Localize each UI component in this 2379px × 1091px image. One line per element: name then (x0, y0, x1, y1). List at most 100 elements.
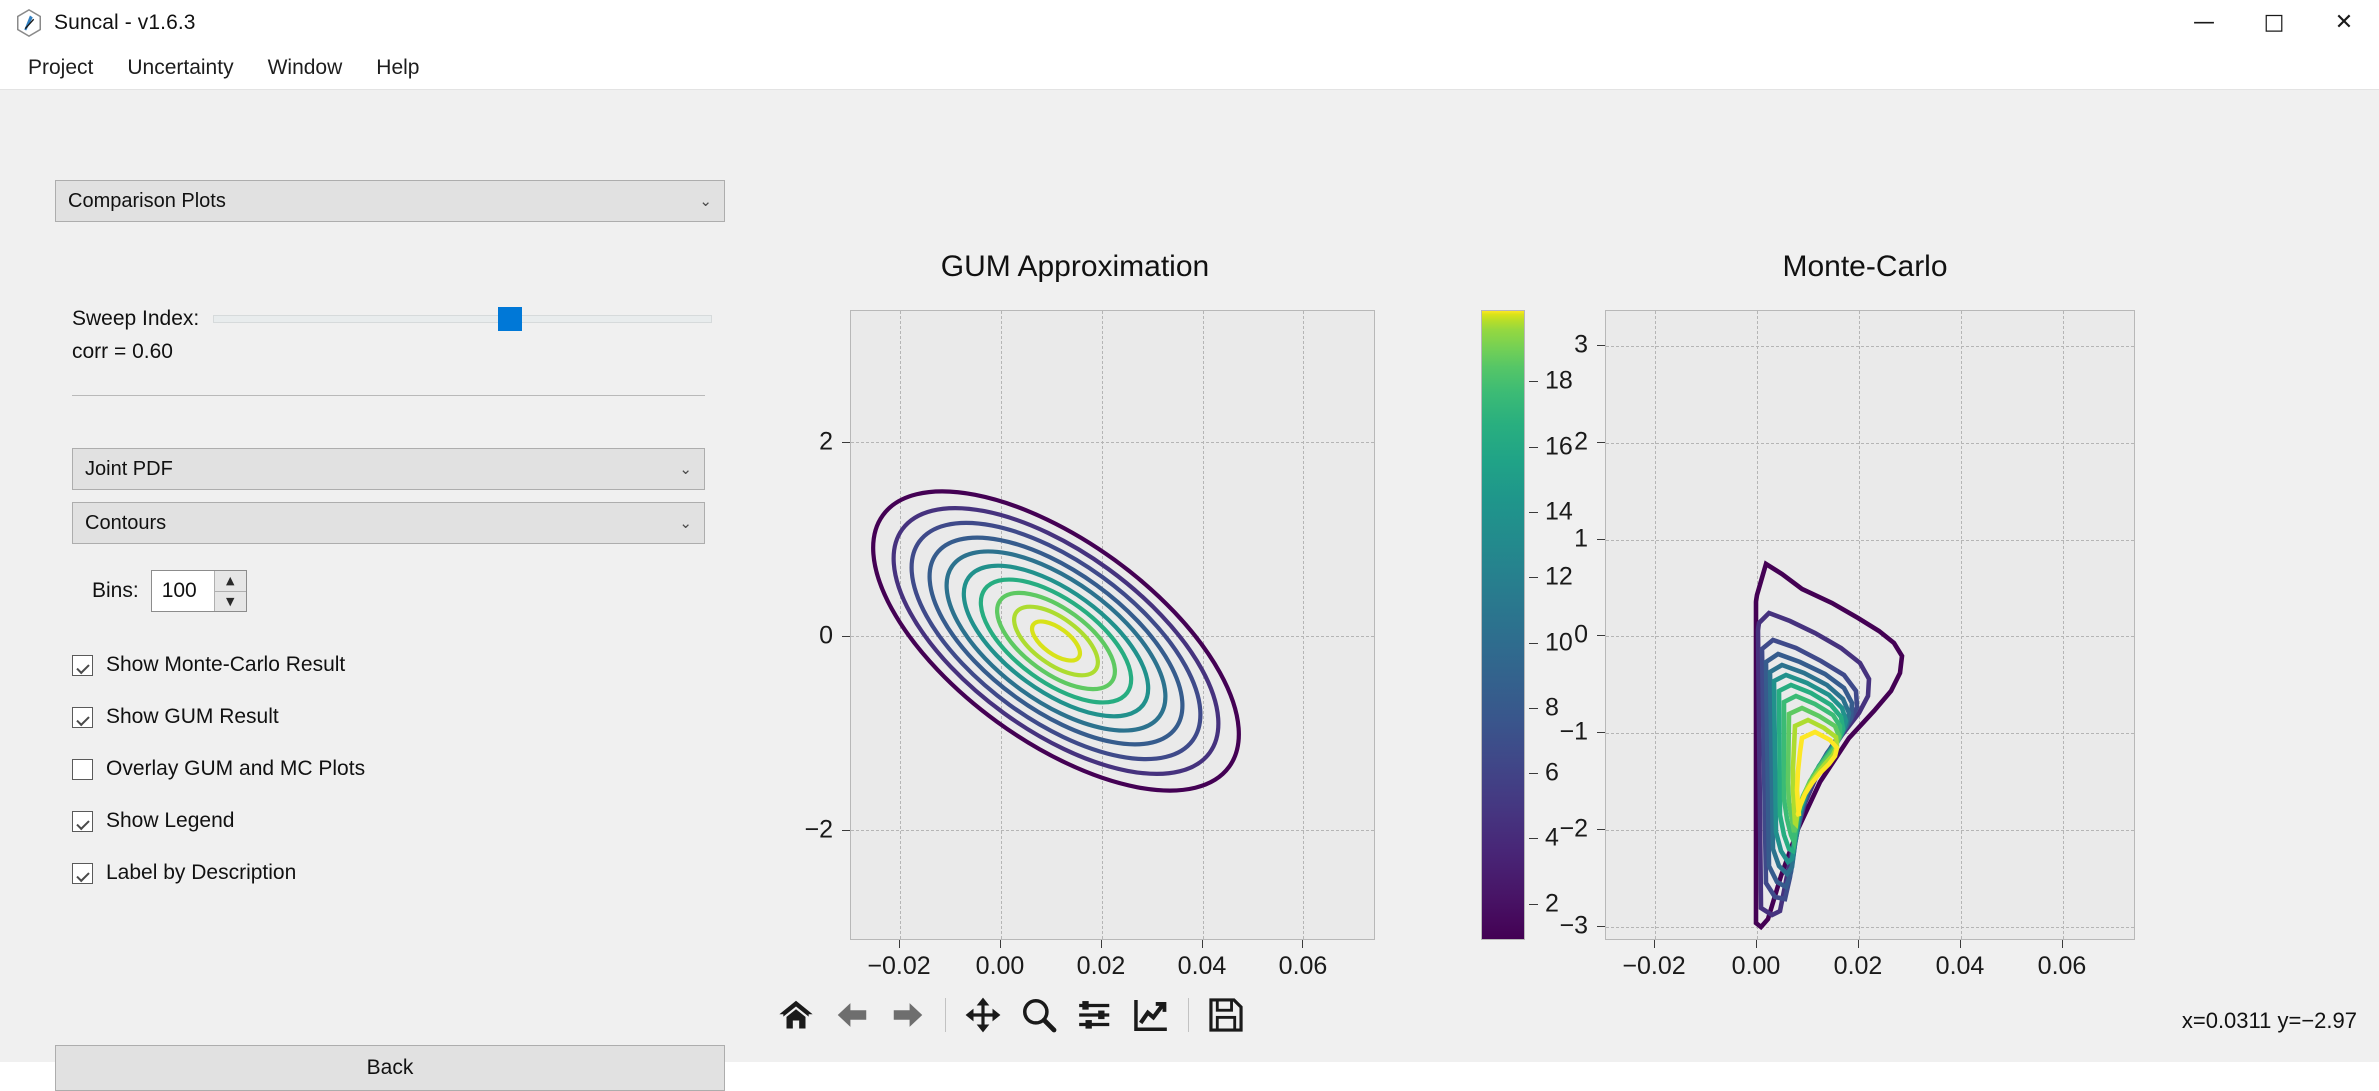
ytick (1597, 829, 1605, 831)
back-button[interactable]: Back (55, 1045, 725, 1091)
subplot-config-button[interactable] (1067, 987, 1123, 1043)
colorbar-tick (1529, 381, 1538, 383)
checkbox-show-legend[interactable]: Show Legend (72, 809, 234, 833)
checkbox-box[interactable] (72, 654, 93, 676)
xticklabel: 0.04 (1935, 952, 1985, 980)
mc-contour-lines (1753, 560, 1905, 931)
mc-plot-axes[interactable] (1605, 310, 2135, 940)
close-icon: ✕ (2334, 10, 2354, 35)
colorbar-tick (1529, 577, 1538, 579)
checkbox-box[interactable] (72, 862, 93, 884)
maximize-icon: □ (2263, 10, 2285, 35)
minimize-button[interactable]: — (2169, 0, 2239, 46)
xticklabel: 0.02 (1076, 952, 1126, 980)
checkbox-show-monte-carlo-result[interactable]: Show Monte-Carlo Result (72, 653, 345, 677)
contours-dropdown[interactable]: Contours ⌄ (72, 502, 705, 544)
sliders-icon (1079, 1001, 1110, 1029)
sweep-index-row: Sweep Index: (72, 302, 712, 336)
chart-line-icon (1134, 999, 1167, 1031)
chevron-down-icon: ⌄ (699, 192, 712, 210)
bins-row: Bins: 100 ▲ ▼ (92, 570, 247, 612)
pan-button[interactable] (955, 987, 1011, 1043)
xtick (999, 940, 1001, 948)
close-button[interactable]: ✕ (2309, 0, 2379, 46)
menu-uncertainty[interactable]: Uncertainty (113, 52, 247, 84)
floppy-disk-icon (1209, 998, 1243, 1032)
ytick (842, 635, 850, 637)
checkbox-box[interactable] (72, 810, 93, 832)
slider-handle[interactable] (497, 307, 522, 331)
xticklabel: −0.02 (1622, 952, 1686, 980)
move-icon (965, 997, 1001, 1033)
save-button[interactable] (1198, 987, 1254, 1043)
main-content: Comparison Plots ⌄ Sweep Index: corr = 0… (0, 90, 2379, 1091)
menu-project[interactable]: Project (14, 52, 107, 84)
chevron-down-icon: ⌄ (679, 460, 692, 478)
xticklabel: 0.06 (1278, 952, 1328, 980)
menu-window[interactable]: Window (254, 52, 357, 84)
xtick (1756, 940, 1757, 948)
yticklabel: −3 (1559, 911, 1588, 940)
gum-contour-lines (871, 489, 1241, 793)
bins-increment-button[interactable]: ▲ (214, 571, 246, 592)
xticklabel: −0.02 (867, 952, 931, 980)
colorbar-tick (1529, 773, 1538, 775)
forward-nav-button[interactable] (880, 987, 936, 1043)
colorbar-tick (1529, 903, 1538, 905)
customize-button[interactable] (1123, 987, 1179, 1043)
xticklabel: 0.06 (2037, 952, 2087, 980)
sweep-index-slider[interactable] (213, 302, 712, 336)
mc-plot-title: Monte-Carlo (1782, 250, 1948, 283)
xtick (1857, 940, 1859, 948)
checkbox-show-gum-result[interactable]: Show GUM Result (72, 705, 279, 729)
plot-type-dropdown[interactable]: Comparison Plots ⌄ (55, 180, 725, 222)
ytick (1597, 344, 1605, 346)
gum-plot-axes[interactable] (850, 310, 1375, 940)
colorbar-tick (1529, 642, 1538, 644)
home-button[interactable] (768, 987, 824, 1043)
ytick (842, 441, 850, 443)
bins-input[interactable]: 100 (152, 571, 214, 611)
colorbar-label: 6 (1545, 758, 1559, 787)
ytick (1597, 635, 1605, 637)
suncal-logo-icon (17, 8, 41, 37)
coordinate-readout: x=0.0311 y=−2.97 (2181, 1008, 2357, 1033)
panel-divider (72, 395, 705, 396)
magnifier-icon (1023, 999, 1057, 1033)
xtick (1302, 940, 1304, 948)
maximize-button[interactable]: □ (2239, 0, 2309, 46)
title-bar: Suncal - v1.6.3 — □ ✕ (0, 0, 2379, 46)
checkbox-label-by-description[interactable]: Label by Description (72, 861, 296, 885)
ytick (1597, 732, 1605, 734)
xtick (898, 940, 900, 948)
checkbox-label: Show Monte-Carlo Result (106, 653, 346, 676)
yticklabel: 3 (1574, 330, 1588, 359)
xtick (2061, 940, 2063, 948)
checkbox-label: Show Legend (106, 809, 235, 832)
checkbox-label: Show GUM Result (106, 705, 279, 728)
sweep-index-label: Sweep Index: (72, 307, 200, 330)
window-title: Suncal - v1.6.3 (54, 10, 196, 34)
yticklabel: 2 (1574, 427, 1588, 456)
correlation-readout: corr = 0.60 (72, 340, 173, 363)
menu-bar: Project Uncertainty Window Help (0, 46, 2379, 90)
arrow-right-icon (893, 1003, 923, 1027)
window-controls: — □ ✕ (2169, 0, 2379, 46)
joint-pdf-value: Joint PDF (85, 457, 173, 480)
checkbox-box[interactable] (72, 758, 93, 780)
plot-region: GUM Approximation −0.02 0.00 0.02 0.04 0… (745, 90, 2379, 1062)
joint-pdf-dropdown[interactable]: Joint PDF ⌄ (72, 448, 705, 490)
yticklabel: 2 (819, 427, 833, 456)
checkbox-overlay-gum-and-mc-plots[interactable]: Overlay GUM and MC Plots (72, 757, 365, 781)
checkbox-box[interactable] (72, 706, 93, 728)
xticklabel: 0.00 (975, 952, 1025, 980)
back-nav-button[interactable] (824, 987, 880, 1043)
xtick (1959, 940, 1961, 948)
xticklabel: 0.00 (1731, 952, 1781, 980)
checkbox-label: Overlay GUM and MC Plots (106, 757, 366, 780)
yticklabel: −1 (1559, 717, 1588, 746)
bins-stepper[interactable]: 100 ▲ ▼ (150, 570, 247, 612)
bins-decrement-button[interactable]: ▼ (214, 591, 246, 611)
menu-help[interactable]: Help (362, 52, 433, 84)
zoom-button[interactable] (1011, 987, 1067, 1043)
